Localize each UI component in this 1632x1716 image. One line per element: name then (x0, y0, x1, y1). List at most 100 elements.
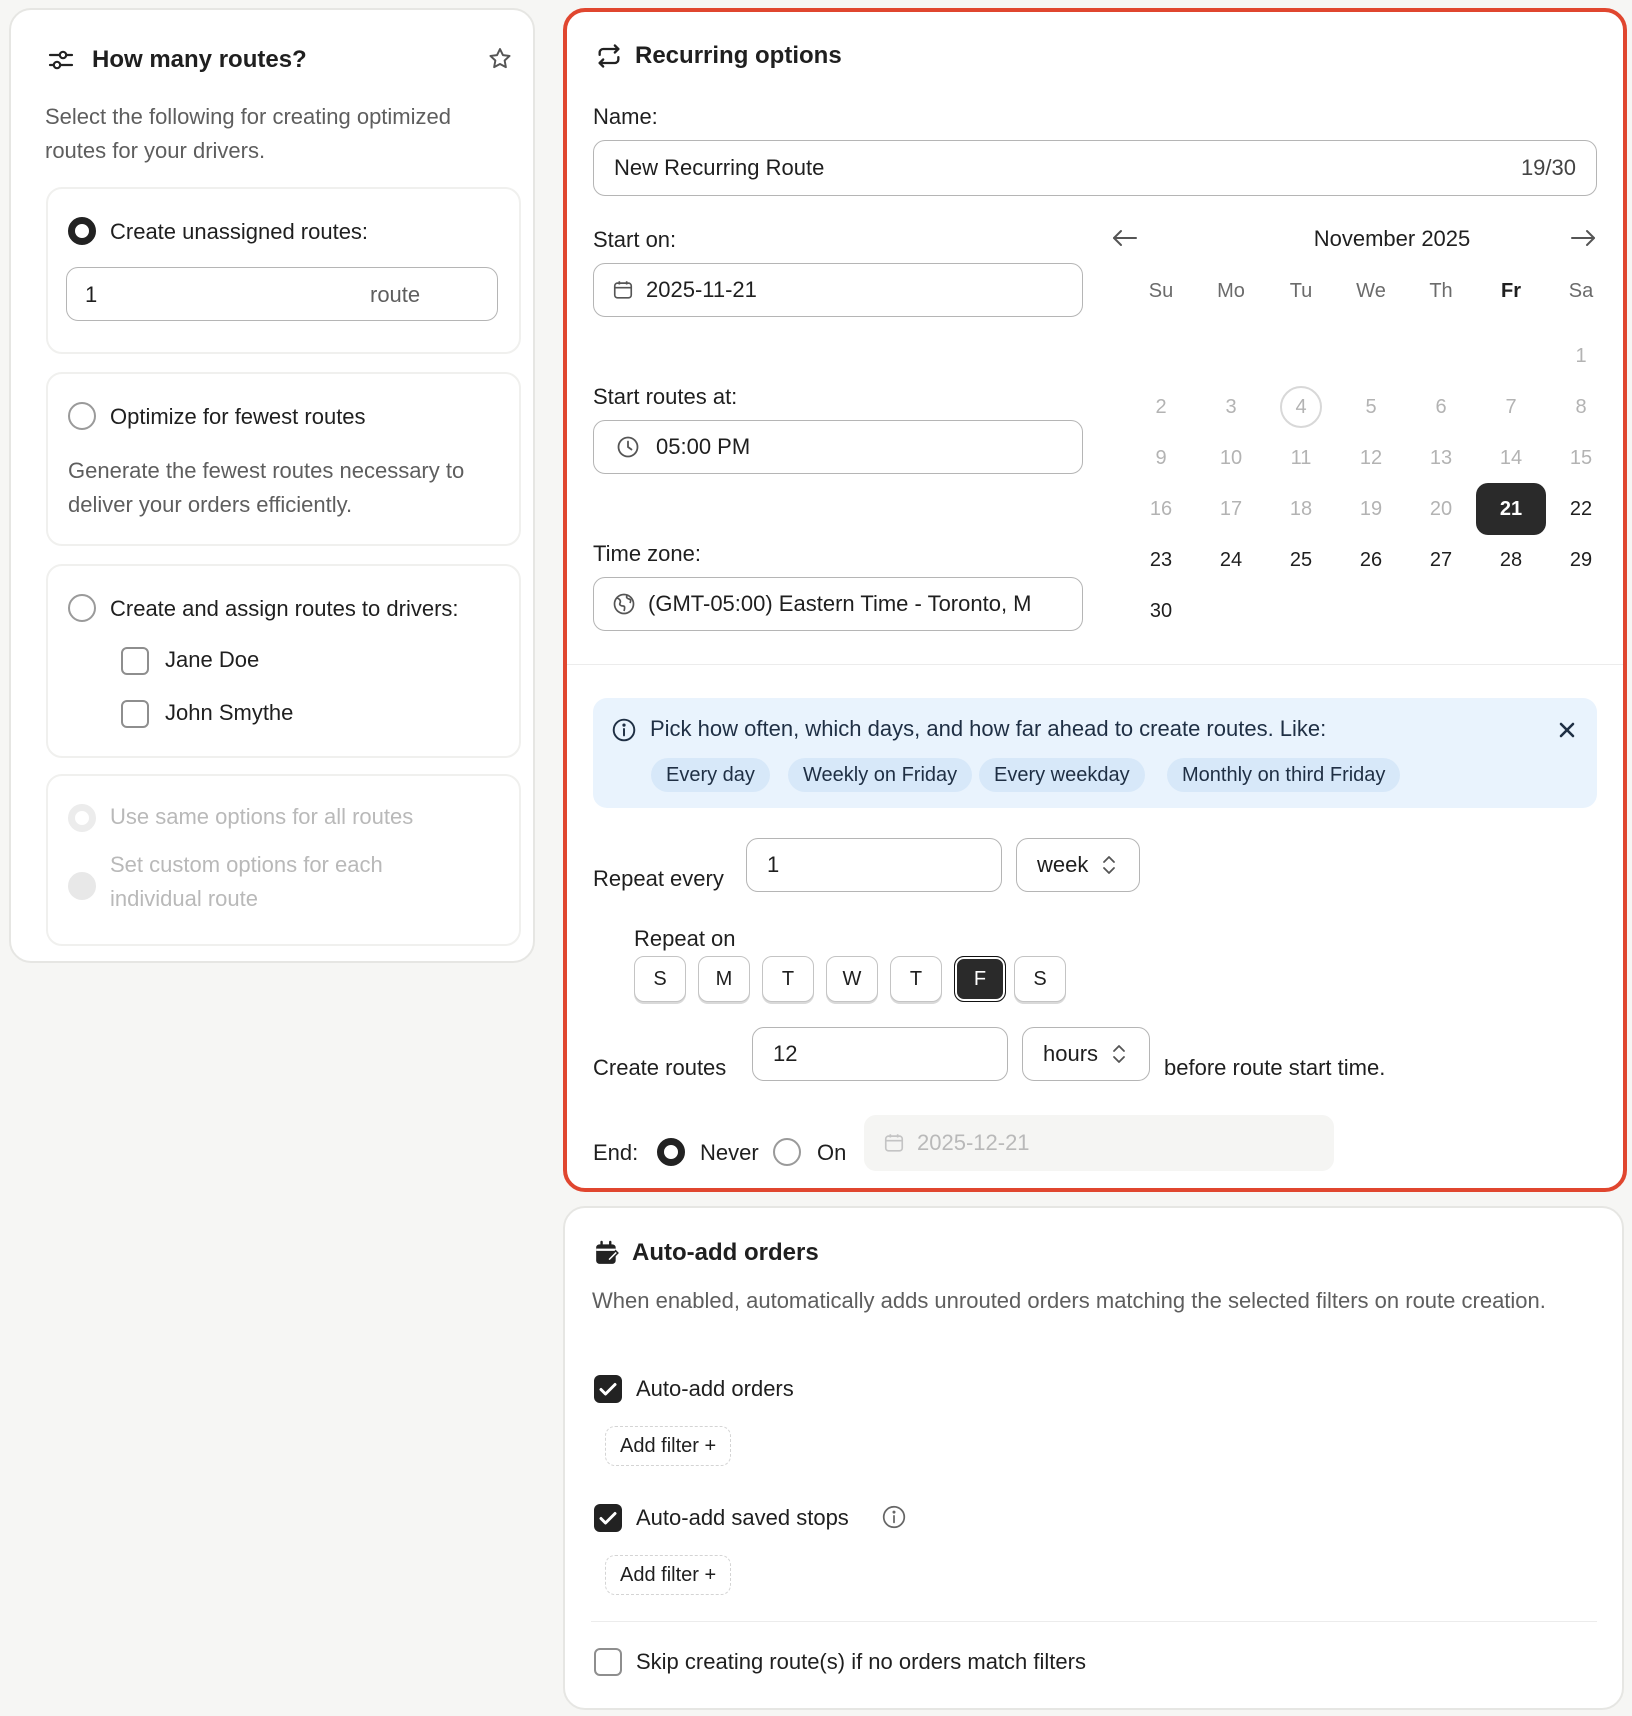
create-routes-input[interactable]: 12 (752, 1027, 1008, 1081)
auto-add-saved-checkbox[interactable] (594, 1504, 622, 1532)
calendar-day[interactable]: 9 (1133, 433, 1189, 483)
calendar-day[interactable]: 30 (1133, 586, 1189, 636)
repeat-day-thursday[interactable]: T (890, 956, 942, 1002)
clock-icon (617, 436, 639, 458)
chevron-updown-icon (1103, 856, 1116, 874)
assign-radio[interactable] (68, 594, 96, 622)
calendar-day[interactable]: 29 (1553, 535, 1609, 585)
calendar-day[interactable]: 5 (1343, 382, 1399, 432)
close-icon[interactable] (1557, 720, 1577, 740)
info-circle-icon[interactable] (881, 1504, 907, 1530)
unassigned-option: Create unassigned routes: 1 route (46, 187, 521, 354)
calendar-edit-icon (596, 1240, 619, 1264)
routes-card-subtitle: Select the following for creating optimi… (45, 104, 451, 163)
routes-count-card: How many routes? Select the following fo… (9, 8, 535, 963)
chip-weekly-friday[interactable]: Weekly on Friday (788, 758, 973, 792)
auto-add-orders-checkbox[interactable] (594, 1375, 622, 1403)
calendar-day[interactable]: 25 (1273, 535, 1329, 585)
info-text: Pick how often, which days, and how far … (650, 716, 1327, 741)
calendar-day[interactable]: 28 (1483, 535, 1539, 585)
calendar-day[interactable]: 8 (1553, 382, 1609, 432)
custom-options-radio[interactable] (68, 872, 96, 900)
calendar-icon (613, 281, 633, 299)
calendar-day[interactable]: 10 (1203, 433, 1259, 483)
auto-add-orders-label: Auto-add orders (636, 1376, 794, 1401)
end-on-radio[interactable] (773, 1138, 801, 1166)
repeat-unit-select[interactable]: week (1016, 838, 1140, 892)
weekday-header: Th (1429, 280, 1453, 302)
name-char-count: 19/30 (1520, 155, 1576, 180)
end-on-label: On (817, 1140, 847, 1165)
chip-every-day[interactable]: Every day (651, 758, 770, 792)
route-count-suffix: route (370, 282, 421, 307)
driver-checkbox-john[interactable] (121, 700, 149, 728)
driver-checkbox-jane[interactable] (121, 647, 149, 675)
create-routes-suffix: before route start time. (1164, 1055, 1386, 1080)
calendar-day[interactable]: 15 (1553, 433, 1609, 483)
calendar-day-today[interactable]: 4 (1273, 382, 1329, 432)
driver-label-jane: Jane Doe (165, 647, 260, 672)
start-at-value: 05:00 PM (656, 434, 751, 459)
check-icon (599, 1383, 617, 1396)
route-count-value: 1 (85, 282, 98, 307)
calendar-day[interactable]: 26 (1343, 535, 1399, 585)
calendar-day[interactable]: 22 (1553, 484, 1609, 534)
star-icon[interactable] (487, 46, 513, 72)
end-date-input[interactable]: 2025-12-21 (864, 1115, 1334, 1171)
calendar-day[interactable]: 13 (1413, 433, 1469, 483)
timezone-value: (GMT-05:00) Eastern Time - Toronto, M (648, 591, 1032, 616)
start-at-input[interactable]: 05:00 PM (593, 420, 1083, 474)
calendar-day[interactable]: 2 (1133, 382, 1189, 432)
plus-icon: + (704, 1564, 717, 1586)
calendar-day[interactable]: 23 (1133, 535, 1189, 585)
calendar-day[interactable]: 1 (1553, 331, 1609, 381)
calendar-day[interactable]: 14 (1483, 433, 1539, 483)
skip-routes-checkbox[interactable] (594, 1648, 622, 1676)
start-on-input[interactable]: 2025-11-21 (593, 263, 1083, 317)
next-month-arrow-icon[interactable] (1569, 228, 1597, 248)
timezone-select[interactable]: (GMT-05:00) Eastern Time - Toronto, M (593, 577, 1083, 631)
calendar-day[interactable]: 19 (1343, 484, 1399, 534)
route-count-input[interactable]: 1 route (66, 267, 498, 321)
calendar-day-selected[interactable]: 21 (1476, 483, 1546, 535)
calendar-day[interactable]: 3 (1203, 382, 1259, 432)
create-routes-value: 12 (773, 1041, 798, 1066)
driver-label-john: John Smythe (165, 700, 294, 725)
repeat-day-wednesday[interactable]: W (826, 956, 878, 1002)
repeat-day-tuesday[interactable]: T (762, 956, 814, 1002)
prev-month-arrow-icon[interactable] (1111, 228, 1139, 248)
same-options-radio[interactable] (68, 804, 96, 832)
info-banner: Pick how often, which days, and how far … (593, 698, 1597, 808)
calendar-day[interactable]: 27 (1413, 535, 1469, 585)
unassigned-radio[interactable] (68, 217, 96, 245)
auto-add-divider (591, 1621, 1597, 1622)
calendar-day[interactable]: 11 (1273, 433, 1329, 483)
same-options-label: Use same options for all routes (110, 804, 414, 829)
add-filter-saved-button[interactable]: Add filter + (605, 1555, 732, 1595)
repeat-day-friday[interactable]: F (954, 956, 1006, 1002)
calendar-day[interactable]: 18 (1273, 484, 1329, 534)
fewest-radio[interactable] (68, 402, 96, 430)
repeat-day-saturday[interactable]: S (1014, 956, 1066, 1002)
chip-monthly-third-friday[interactable]: Monthly on third Friday (1167, 758, 1401, 792)
route-options-mode: Use same options for all routes Set cust… (46, 774, 521, 946)
calendar-day[interactable]: 20 (1413, 484, 1469, 534)
calendar-day[interactable]: 6 (1413, 382, 1469, 432)
calendar-day[interactable]: 17 (1203, 484, 1259, 534)
create-unit-select[interactable]: hours (1022, 1027, 1150, 1081)
add-filter-orders-button[interactable]: Add filter + (605, 1426, 732, 1466)
chevron-updown-icon (1113, 1045, 1125, 1063)
repeat-every-input[interactable]: 1 (746, 838, 1002, 892)
calendar-day[interactable]: 16 (1133, 484, 1189, 534)
chip-every-weekday[interactable]: Every weekday (979, 758, 1145, 792)
repeat-day-monday[interactable]: M (698, 956, 750, 1002)
add-filter-label: Add filter (620, 1435, 699, 1457)
end-never-radio[interactable] (657, 1138, 685, 1166)
fewest-description: Generate the fewest routes necessary to … (68, 458, 465, 517)
calendar-day[interactable]: 7 (1483, 382, 1539, 432)
calendar-day[interactable]: 12 (1343, 433, 1399, 483)
calendar-day[interactable]: 24 (1203, 535, 1259, 585)
repeat-every-label: Repeat every (593, 866, 724, 891)
repeat-day-sunday[interactable]: S (634, 956, 686, 1002)
name-input[interactable]: New Recurring Route 19/30 (593, 140, 1597, 196)
